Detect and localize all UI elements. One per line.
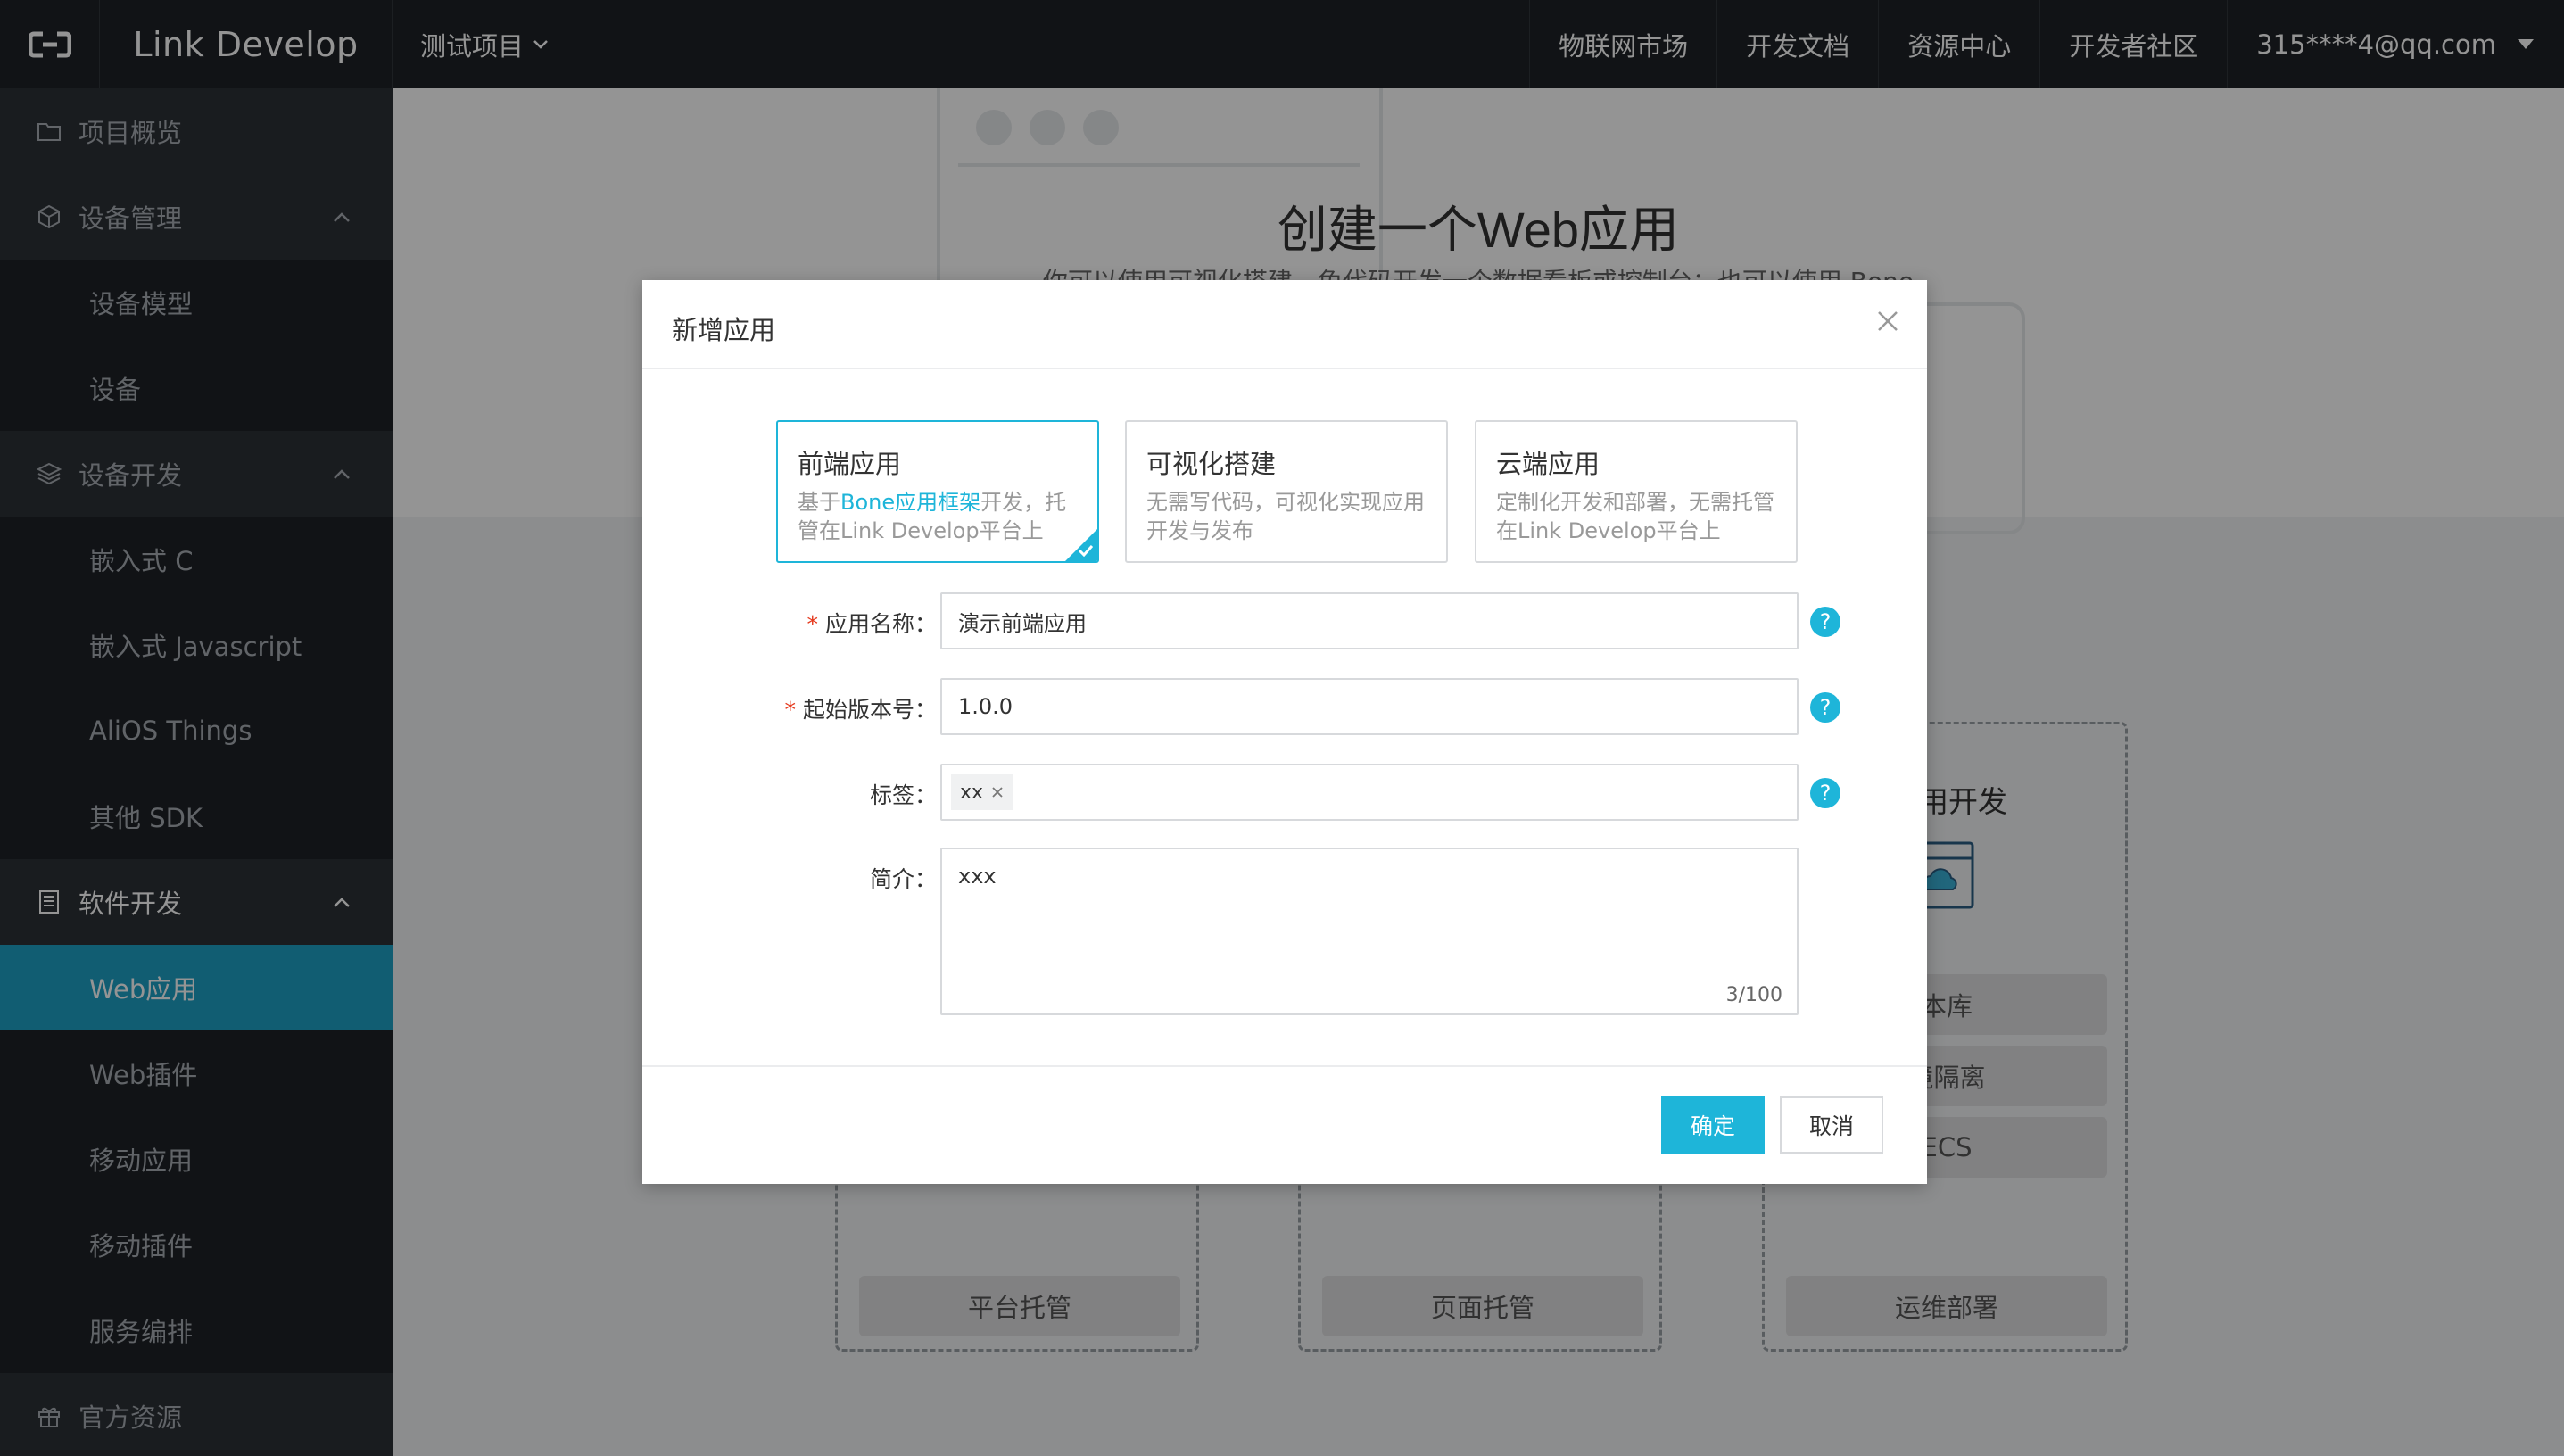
new-app-dialog: 新增应用 前端应用 基于Bone应用框架开发，托管在Link Develop平台… [642, 280, 1927, 1184]
required-mark: * [806, 611, 818, 637]
help-icon[interactable]: ? [1810, 778, 1840, 808]
help-icon[interactable]: ? [1810, 607, 1840, 637]
confirm-button[interactable]: 确定 [1661, 1096, 1765, 1154]
app-type-cloud[interactable]: 云端应用 定制化开发和部署，无需托管在Link Develop平台上 [1475, 420, 1798, 563]
intro-text: xxx [958, 864, 997, 889]
app-type-visual[interactable]: 可视化搭建 无需写代码，可视化实现应用开发与发布 [1125, 420, 1448, 563]
app-type-desc: 基于Bone应用框架开发，托管在Link Develop平台上 [798, 490, 1067, 543]
app-name-input[interactable]: 演示前端应用 [940, 592, 1799, 649]
app-type-frontend[interactable]: 前端应用 基于Bone应用框架开发，托管在Link Develop平台上 [776, 420, 1099, 563]
cancel-button[interactable]: 取消 [1780, 1096, 1883, 1154]
app-type-desc: 定制化开发和部署，无需托管在Link Develop平台上 [1496, 490, 1774, 543]
bone-framework-link[interactable]: Bone应用框架 [840, 490, 980, 515]
version-label: * 起始版本号： [784, 697, 937, 723]
check-icon [1078, 544, 1094, 557]
intro-textarea[interactable]: xxx 3/100 [940, 848, 1799, 1015]
tags-label: 标签： [869, 782, 937, 808]
intro-label: 简介： [869, 866, 937, 892]
dialog-title: 新增应用 [672, 315, 776, 345]
tag-text: xx [960, 781, 984, 804]
tags-input[interactable]: xx [940, 764, 1799, 821]
remove-tag-icon[interactable] [990, 785, 1005, 799]
close-icon[interactable] [1873, 307, 1902, 335]
app-type-title: 云端应用 [1496, 449, 1600, 479]
version-input[interactable]: 1.0.0 [940, 678, 1799, 735]
app-type-title: 可视化搭建 [1146, 449, 1277, 479]
char-counter: 3/100 [1725, 984, 1782, 1006]
tag-chip: xx [951, 774, 1014, 810]
required-mark: * [784, 697, 796, 723]
app-type-desc: 无需写代码，可视化实现应用开发与发布 [1146, 490, 1425, 543]
dialog-header: 新增应用 [642, 280, 1927, 369]
app-type-title: 前端应用 [798, 449, 902, 479]
dialog-footer-divider [642, 1065, 1927, 1067]
help-icon[interactable]: ? [1810, 692, 1840, 723]
app-name-label: * 应用名称： [806, 611, 937, 637]
